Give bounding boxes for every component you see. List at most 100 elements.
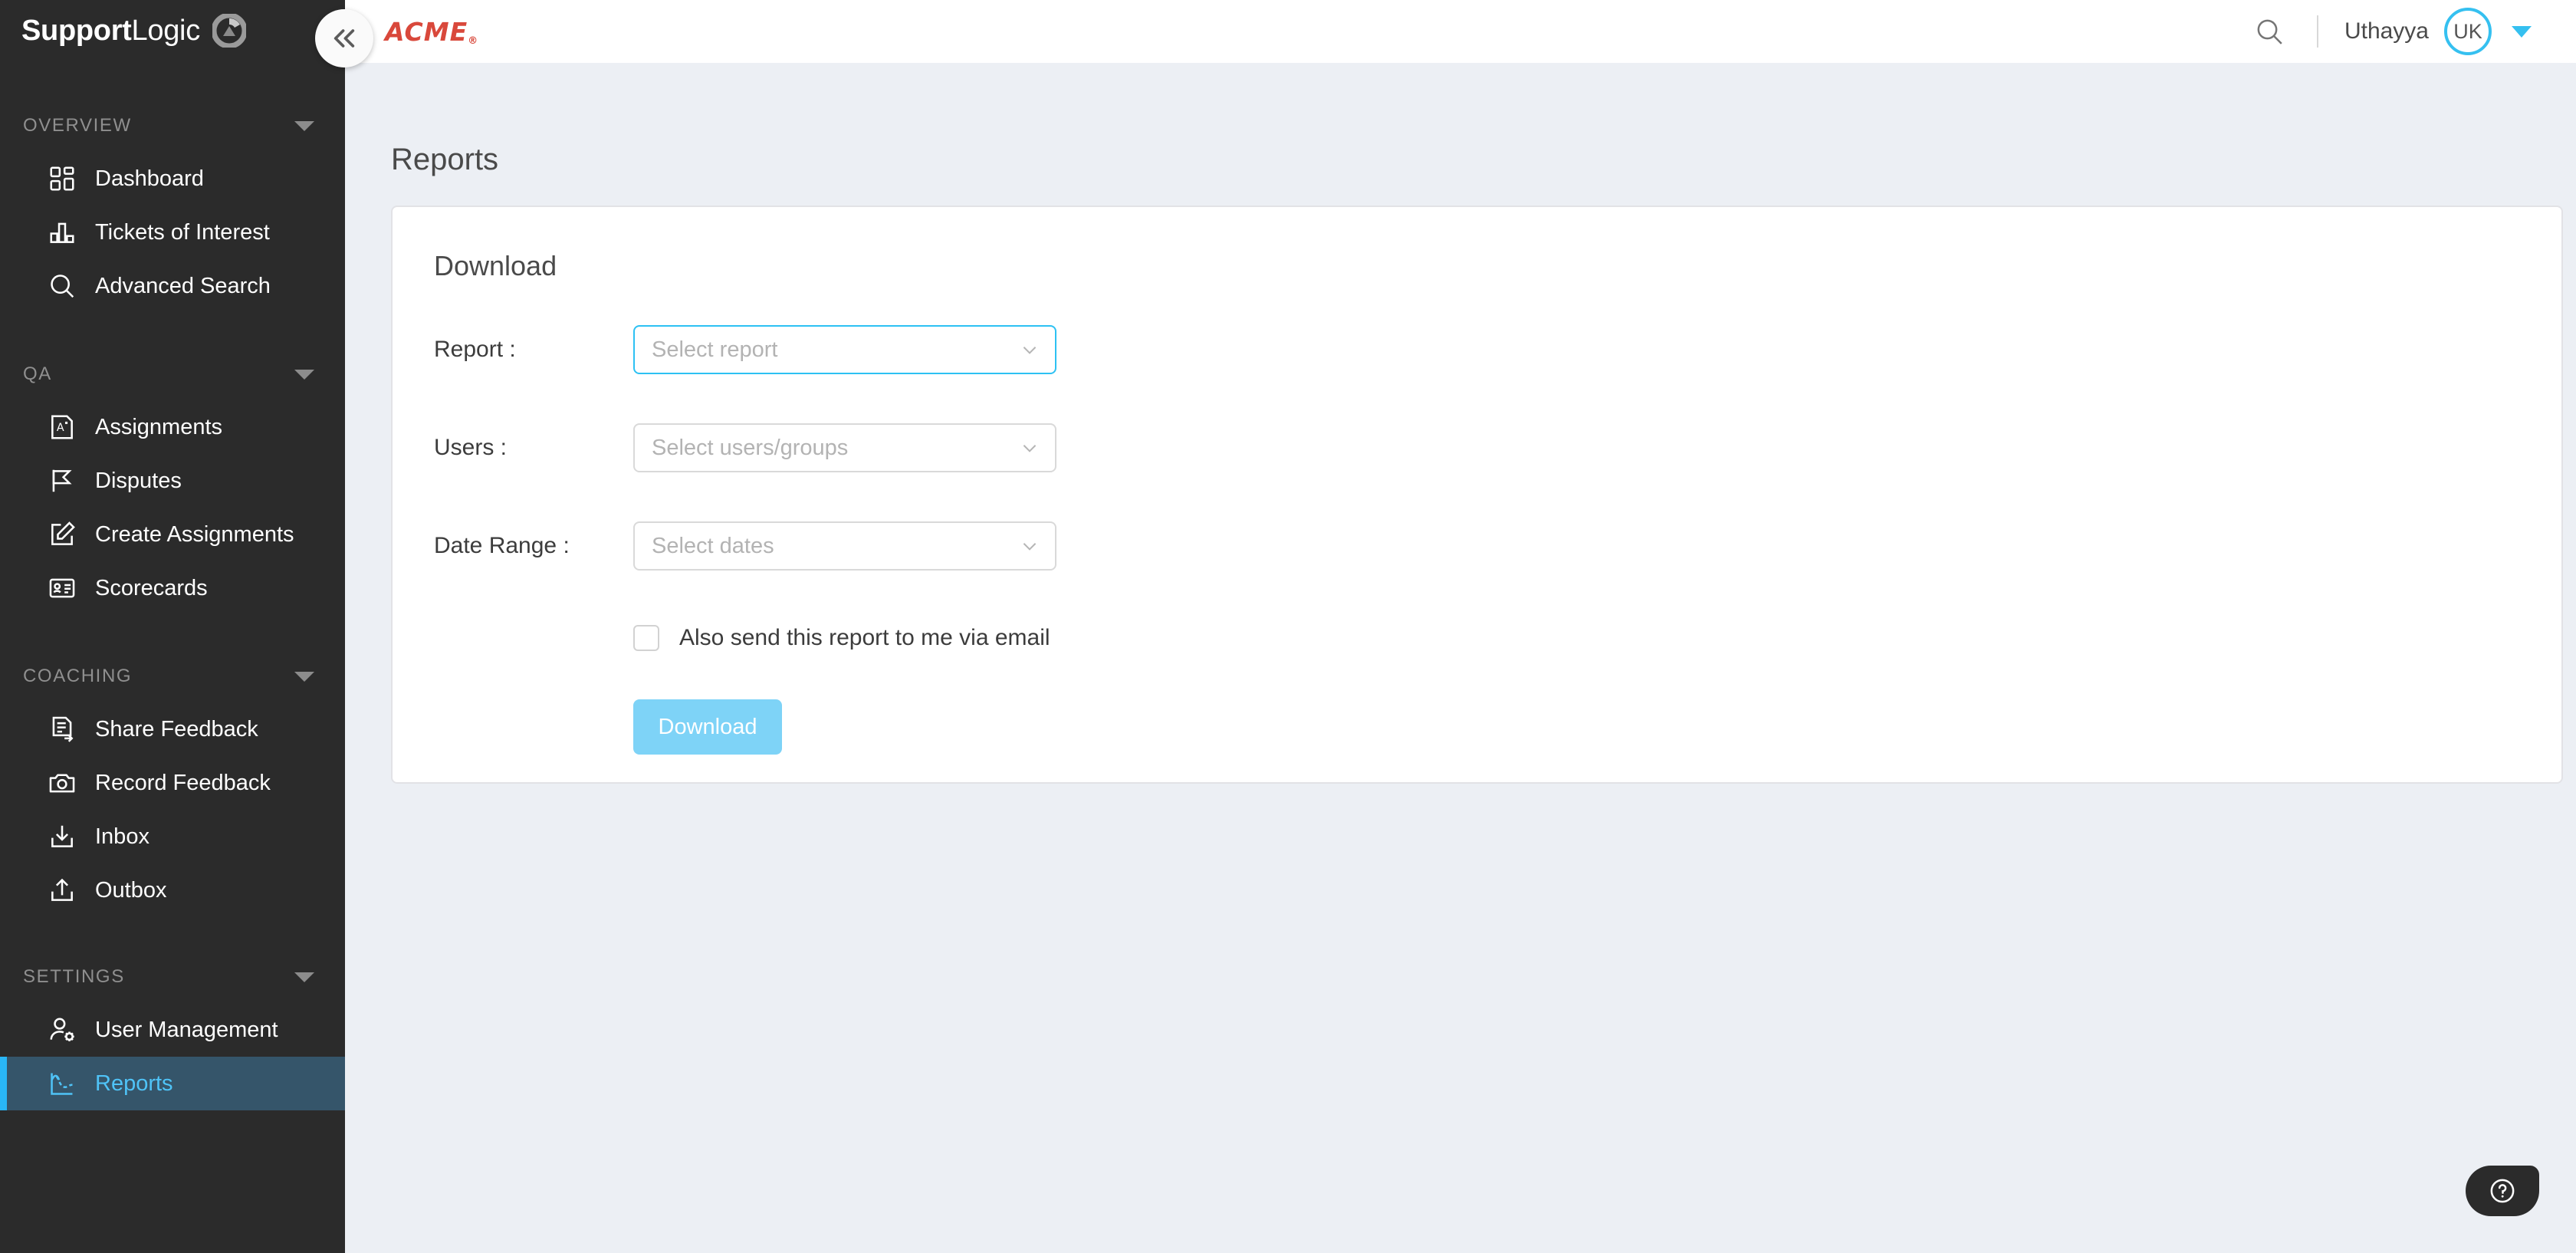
brand-name: SupportLogic: [21, 15, 200, 48]
sidebar-item-label: Dashboard: [95, 166, 204, 191]
search-icon: [48, 271, 77, 301]
chevron-down-icon: [1023, 347, 1037, 354]
chevron-down-icon: [1023, 543, 1037, 551]
users-select[interactable]: Select users/groups: [633, 423, 1056, 472]
date-range-select[interactable]: Select dates: [633, 521, 1056, 571]
dashboard-grid-icon: [48, 164, 77, 193]
sidebar-item-scorecards[interactable]: Scorecards: [0, 561, 345, 615]
caret-down-icon[interactable]: [294, 972, 314, 982]
double-chevron-left-icon: [334, 29, 355, 48]
sidebar-item-label: Inbox: [95, 824, 150, 849]
sidebar-item-advanced-search[interactable]: Advanced Search: [0, 259, 345, 313]
line-chart-icon: [48, 1069, 77, 1098]
nav-group-overview: OVERVIEW Dashboard Tickets of Interest A…: [0, 109, 345, 313]
download-card: Download Report : Select report Users : …: [391, 206, 2563, 784]
inbox-download-icon: [48, 822, 77, 851]
caret-down-icon[interactable]: [294, 120, 314, 131]
sidebar-item-label: Disputes: [95, 468, 182, 493]
nav-group-coaching: COACHING Share Feedback Record Feedback: [0, 659, 345, 917]
sidebar-item-reports[interactable]: Reports: [0, 1057, 345, 1110]
help-button[interactable]: [2466, 1166, 2539, 1216]
page-title: Reports: [391, 143, 499, 176]
sidebar-item-label: Assignments: [95, 414, 223, 439]
nav-group-title: SETTINGS: [23, 966, 125, 987]
sidebar-item-disputes[interactable]: Disputes: [0, 454, 345, 508]
sidebar-item-label: Scorecards: [95, 575, 208, 600]
date-range-label: Date Range :: [434, 533, 570, 558]
download-button[interactable]: Download: [633, 699, 782, 755]
users-select-placeholder: Select users/groups: [652, 435, 849, 460]
flag-icon: [48, 466, 77, 495]
document-arrow-right-icon: [48, 715, 77, 744]
avatar-initials: UK: [2453, 19, 2482, 43]
sidebar-nav: OVERVIEW Dashboard Tickets of Interest A…: [0, 61, 345, 1110]
users-label: Users :: [434, 435, 508, 460]
nav-group-qa: QA A Assignments Disputes Create Assignm…: [0, 357, 345, 615]
question-circle-icon: [2490, 1179, 2515, 1203]
sidebar-item-label: Reports: [95, 1070, 173, 1096]
report-label: Report :: [434, 337, 516, 362]
chevron-down-icon: [1023, 445, 1037, 452]
form-row-date-range: Date Range : Select dates: [434, 521, 2561, 571]
caret-down-icon[interactable]: [294, 369, 314, 380]
email-checkbox-row: Also send this report to me via email: [434, 620, 2561, 656]
report-select[interactable]: Select report: [633, 325, 1056, 374]
svg-text:A: A: [57, 422, 64, 434]
sidebar-collapse-button[interactable]: [315, 9, 373, 67]
sidebar-item-label: Tickets of Interest: [95, 219, 270, 245]
download-form: Report : Select report Users : Select us…: [393, 282, 2561, 755]
card-title: Download: [434, 250, 557, 281]
nav-group-settings: SETTINGS User Management Reports: [0, 960, 345, 1110]
search-icon[interactable]: [2245, 7, 2294, 56]
supportlogic-orb-icon: [211, 12, 248, 49]
nav-group-header-settings[interactable]: SETTINGS: [0, 960, 345, 994]
sidebar-item-inbox[interactable]: Inbox: [0, 810, 345, 863]
sidebar-item-dashboard[interactable]: Dashboard: [0, 152, 345, 206]
tenant-logo-mark: ®: [468, 35, 479, 47]
nav-group-title: OVERVIEW: [23, 115, 132, 136]
sidebar-item-tickets-of-interest[interactable]: Tickets of Interest: [0, 206, 345, 259]
user-gear-icon: [48, 1015, 77, 1044]
graded-paper-icon: A: [48, 413, 77, 442]
sidebar-item-label: Advanced Search: [95, 273, 271, 298]
tenant-logo-text: ACME: [385, 16, 468, 47]
nav-group-title: QA: [23, 363, 52, 384]
form-row-users: Users : Select users/groups: [434, 423, 2561, 472]
form-row-report: Report : Select report: [434, 325, 2561, 374]
edit-square-icon: [48, 520, 77, 549]
email-checkbox[interactable]: [633, 625, 659, 651]
topbar-right: Uthayya UK: [2245, 7, 2532, 56]
sidebar-item-label: User Management: [95, 1017, 278, 1042]
sidebar-item-user-management[interactable]: User Management: [0, 1003, 345, 1057]
camera-icon: [48, 768, 77, 798]
nav-group-title: COACHING: [23, 666, 133, 686]
sidebar-item-label: Outbox: [95, 877, 167, 903]
tenant-logo: ACME®: [385, 17, 478, 47]
brand-logo[interactable]: SupportLogic: [0, 0, 345, 61]
bar-chart-icon: [48, 218, 77, 247]
sidebar-item-label: Share Feedback: [95, 716, 258, 742]
brand-name-bold: Support: [21, 14, 132, 47]
sidebar-item-share-feedback[interactable]: Share Feedback: [0, 702, 345, 756]
caret-down-icon[interactable]: [294, 671, 314, 682]
sidebar-item-label: Create Assignments: [95, 521, 294, 547]
email-checkbox-label: Also send this report to me via email: [679, 625, 1050, 650]
divider: [2316, 15, 2318, 48]
main-content: Reports Download Report : Select report …: [345, 63, 2576, 1253]
nav-group-header-overview[interactable]: OVERVIEW: [0, 109, 345, 143]
avatar[interactable]: UK: [2444, 8, 2492, 55]
outbox-upload-icon: [48, 876, 77, 905]
nav-group-header-qa[interactable]: QA: [0, 357, 345, 391]
sidebar: SupportLogic OVERVIEW Dashboard Tickets …: [0, 0, 345, 1253]
sidebar-item-record-feedback[interactable]: Record Feedback: [0, 756, 345, 810]
sidebar-item-assignments[interactable]: A Assignments: [0, 400, 345, 454]
top-bar: ACME® Uthayya UK: [345, 0, 2576, 63]
nav-group-header-coaching[interactable]: COACHING: [0, 659, 345, 693]
user-name: Uthayya: [2344, 18, 2429, 44]
sidebar-item-outbox[interactable]: Outbox: [0, 863, 345, 917]
date-range-select-placeholder: Select dates: [652, 533, 774, 558]
sidebar-item-label: Record Feedback: [95, 770, 271, 795]
brand-name-light: Logic: [131, 14, 201, 47]
sidebar-item-create-assignments[interactable]: Create Assignments: [0, 508, 345, 561]
caret-down-icon[interactable]: [2512, 25, 2532, 38]
